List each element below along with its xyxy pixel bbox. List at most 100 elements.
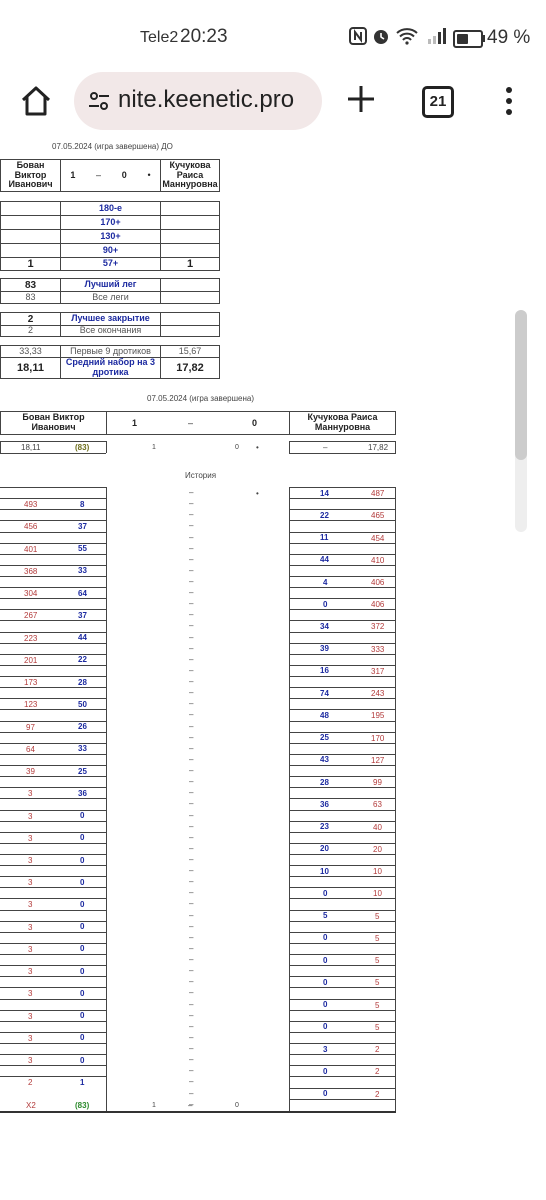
history-dash: –: [189, 1066, 194, 1076]
page-scrollbar[interactable]: [515, 310, 527, 532]
history-dash: –: [189, 988, 194, 998]
turn-dot: •: [147, 169, 151, 180]
history-p2-score: 0: [323, 1022, 328, 1032]
score-separator: –: [96, 169, 102, 180]
history-p2-gridline: [289, 1031, 396, 1033]
history-p2-remaining: 5: [375, 1022, 380, 1032]
history-p1-score: 44: [78, 633, 87, 643]
history-bottom-border: [0, 1111, 396, 1113]
history-p2-gridline: [289, 898, 396, 900]
menu-icon[interactable]: [500, 86, 518, 116]
history-p1-score: 28: [78, 677, 87, 687]
history-p1-remaining: 304: [24, 589, 38, 599]
leg-header-border-top: [106, 411, 290, 412]
history-p1-remaining: 3: [28, 967, 33, 977]
history-p2-gridline: [289, 609, 396, 611]
history-dash: –: [189, 554, 194, 564]
scrollbar-thumb[interactable]: [515, 310, 527, 460]
avg-row-mid-right-edge: [289, 441, 290, 453]
history-dash: –: [189, 910, 194, 920]
history-p2-remaining: 195: [371, 711, 385, 721]
new-tab-icon[interactable]: [344, 82, 378, 116]
history-dash: –: [189, 810, 194, 820]
history-p2-remaining: 2: [375, 1067, 380, 1077]
history-p1-remaining: 39: [26, 767, 35, 776]
history-dash: –: [189, 677, 194, 686]
history-dash: –: [189, 510, 194, 520]
history-p1-score: 0: [80, 855, 85, 865]
history-p2-gridline: [289, 1087, 396, 1089]
summary-score: 1 – 0 •: [60, 159, 161, 192]
history-dash: –: [189, 721, 194, 731]
history-p1-gridline: [0, 531, 106, 533]
history-p1-score: 8: [80, 499, 85, 509]
history-p1-gridline: [0, 965, 106, 967]
history-p1-score: 0: [80, 877, 85, 887]
player1-name: Бован Виктор Иванович: [0, 159, 61, 192]
history-p2-score: 23: [320, 822, 329, 832]
history-p1-remaining: 3: [28, 1011, 33, 1021]
history-p2-gridline: [289, 920, 396, 922]
history-dash: –: [189, 565, 194, 575]
history-p2-remaining: 5: [375, 911, 380, 921]
stat-p1-value: [0, 229, 61, 244]
history-p2-score: 34: [320, 621, 329, 631]
stat-p1-value: [0, 243, 61, 258]
history-p1-gridline: [0, 1065, 106, 1067]
history-p2-gridline: [289, 831, 396, 833]
history-p2-remaining: 5: [375, 978, 380, 988]
home-icon[interactable]: [18, 83, 54, 119]
final-sets1: 1: [152, 1102, 156, 1109]
history-p1-gridline: [0, 687, 106, 689]
history-p1-gridline: [0, 487, 106, 488]
all-finishes-label: Все окончания: [60, 325, 161, 337]
history-p1-gridline: [0, 720, 106, 722]
stat-p1-value: [0, 215, 61, 230]
history-p1-gridline: [0, 553, 106, 555]
history-p2-gridline: [289, 776, 396, 778]
history-p2-score: 43: [320, 755, 329, 765]
history-dash: –: [189, 532, 194, 542]
history-dash: –: [189, 943, 194, 953]
history-p2-gridline: [289, 931, 396, 933]
history-dash: –: [189, 799, 194, 809]
leg-player2: Кучукова Раиса Маннуровна: [289, 411, 396, 435]
all-legs-label: Все леги: [60, 291, 161, 304]
tab-switcher-button[interactable]: 21: [422, 86, 454, 118]
history-p2-score: 14: [320, 488, 329, 498]
history-p1-gridline: [0, 842, 106, 844]
stat-p2-value: 1: [160, 257, 220, 271]
leg-best1: (83): [75, 443, 90, 452]
history-p1-score: 0: [80, 1033, 85, 1043]
leg-avg1: 18,11: [21, 443, 41, 452]
history-p2-remaining: 410: [371, 555, 385, 565]
history-p2-gridline: [289, 887, 396, 889]
history-p1-gridline: [0, 865, 106, 867]
history-p2-gridline: [289, 787, 396, 789]
best-leg-p1: 83: [0, 278, 61, 292]
player2-name: Кучукова Раиса Маннуровна: [160, 159, 220, 192]
history-p1-gridline: [0, 576, 106, 577]
history-p2-remaining: 99: [373, 778, 382, 788]
history-p2-score: 5: [323, 911, 328, 921]
history-p1-remaining: 223: [24, 633, 38, 643]
url-text[interactable]: nite.keenetic.pro: [118, 86, 294, 114]
history-p1-gridline: [0, 798, 106, 800]
history-p1-remaining: 123: [24, 700, 38, 710]
clock: 20:23: [180, 26, 228, 47]
history-p2-score: 39: [320, 644, 329, 654]
carrier-label: Tele2: [140, 29, 179, 46]
history-p1-gridline: [0, 809, 106, 811]
history-p1-remaining: 173: [24, 678, 38, 687]
history-dash: –: [189, 577, 194, 586]
history-p2-gridline: [289, 720, 396, 722]
history-p1-gridline: [0, 1031, 106, 1033]
history-p2-remaining: 243: [371, 689, 385, 699]
site-settings-icon[interactable]: [87, 89, 111, 113]
avg-row-bottom-left: [0, 453, 106, 454]
history-divider-right: [289, 487, 290, 1112]
best-finish-p2: [160, 312, 220, 326]
history-dash: –: [189, 1077, 194, 1087]
history-dash: –: [189, 977, 194, 987]
leg-avg2-dash: –: [323, 443, 328, 452]
